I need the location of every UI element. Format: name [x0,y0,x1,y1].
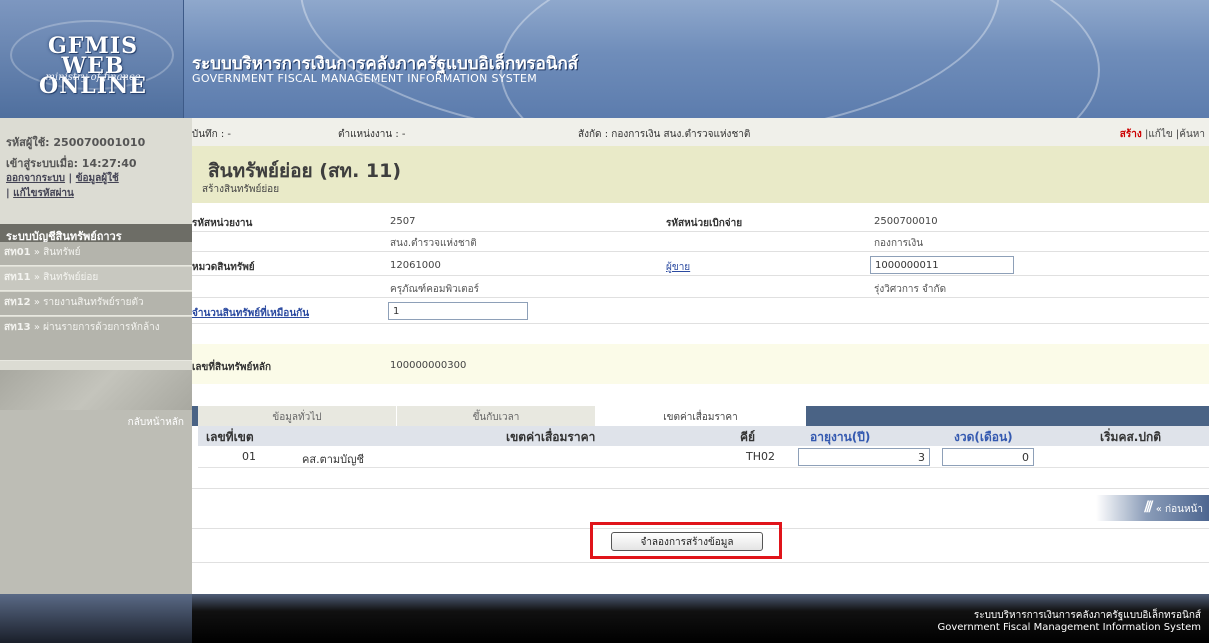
cell-key: TH02 [746,450,775,463]
user-info-bar: ผู้บันทึก : - ตำแหน่งงาน : - สังกัด : กอ… [184,118,1209,146]
tab-time-dependent[interactable]: ขึ้นกับเวลา [397,406,596,426]
col-area-name: เขตค่าเสื่อมราคา [506,430,596,444]
edit-link[interactable]: แก้ไข [1148,129,1172,140]
col-area-no: เลขที่เขต [206,430,254,444]
menu-label: » สินทรัพย์ย่อย [33,272,99,283]
affiliation-label: สังกัด : กองการเงิน สนง.ตำรวจแห่งชาติ [578,129,751,140]
col-start-normal: เริ่มคส.ปกติ [1100,430,1162,444]
footer-title-english: Government Fiscal Management Information… [937,622,1201,633]
asset-category-name: ครุภัณฑ์คอมพิวเตอร์ [390,284,480,295]
table-header: เลขที่เขต เขตค่าเสื่อมราคา คีย์ อายุงาน(… [198,426,1209,446]
position-label: ตำแหน่งงาน : - [338,129,406,140]
sidebar-item-st13[interactable]: สท13 » ผ่านรายการด้วยการหักล้าง [0,317,192,361]
vendor-name: รุ่งวิศวการ จำกัด [874,284,947,295]
logout-link[interactable]: ออกจากระบบ [6,173,65,184]
table-row: 01 คส.ตามบัญชี TH02 [198,446,1209,468]
logo-text: GFMIS WEB ONLINE [18,35,168,97]
search-link[interactable]: ค้นหา [1179,129,1205,140]
col-useful-life: อายุงาน(ปี) [810,430,871,444]
menu-code: สท12 [4,297,31,308]
footer-decoration [0,594,192,643]
login-time: เข้าสู่ระบบเมื่อ: 14:27:40 [6,157,137,170]
agency-name: สนง.ตำรวจแห่งชาติ [390,238,477,249]
similar-count-input[interactable] [388,302,528,320]
sidebar-item-st11[interactable]: สท11 » สินทรัพย์ย่อย [0,267,192,291]
app-header: GFMIS WEB ONLINE ministry of finance ระบ… [0,0,1209,118]
back-home-link[interactable]: กลับหน้าหลัก [0,410,192,594]
footer-title-thai: ระบบบริหารการเงินการคลังภาครัฐแบบอิเล็กท… [973,610,1201,621]
logo-subtitle: ministry of finance [45,72,141,83]
menu-label: » รายงานสินทรัพย์รายตัว [33,297,144,308]
mode-actions: สร้าง |แก้ไข |ค้นหา [1119,129,1205,140]
vendor-link[interactable]: ผู้ขาย [666,260,690,275]
main-asset-row: เลขที่สินทรัพย์หลัก 100000000300 [192,344,1209,384]
menu-code: สท13 [4,322,31,333]
user-info-link[interactable]: ข้อมูลผู้ใช้ [76,173,119,184]
user-id: รหัสผู้ใช้: 250070001010 [6,136,146,149]
agency-code-label: รหัสหน่วยงาน [192,218,253,229]
sidebar: รหัสผู้ใช้: 250070001010 เข้าสู่ระบบเมื่… [0,118,192,594]
main-asset-label: เลขที่สินทรัพย์หลัก [192,362,272,373]
system-title-english: GOVERNMENT FISCAL MANAGEMENT INFORMATION… [192,72,538,85]
col-key: คีย์ [740,430,756,444]
menu-label: » สินทรัพย์ [33,247,81,258]
sidebar-item-st12[interactable]: สท12 » รายงานสินทรัพย์รายตัว [0,292,192,316]
agency-code-value: 2507 [390,216,416,227]
previous-button-label: « ก่อนหน้า [1155,504,1203,515]
change-password-link[interactable]: แก้ไขรหัสผ่าน [13,188,74,199]
tab-general-info[interactable]: ข้อมูลทั่วไป [198,406,397,426]
disbursing-unit-label: รหัสหน่วยเบิกจ่าย [666,218,743,229]
highlight-box: จำลองการสร้างข้อมูล [590,522,782,559]
sidebar-item-st01[interactable]: สท01 » สินทรัพย์ [0,242,192,266]
disbursing-unit-name: กองการเงิน [874,238,924,249]
app-footer: ระบบบริหารการเงินการคลังภาครัฐแบบอิเล็กท… [0,594,1209,643]
menu-decoration [0,370,192,410]
useful-life-input[interactable] [798,448,930,466]
page-subtitle: สร้างสินทรัพย์ย่อย [202,184,280,195]
disbursing-unit-code: 2500700010 [874,216,938,227]
recorder-label: ผู้บันทึก : - [186,129,232,140]
asset-category-label: หมวดสินทรัพย์ [192,262,255,273]
slash-decoration-icon: /// [1144,499,1154,515]
similar-count-link[interactable]: จำนวนสินทรัพย์ที่เหมือนกัน [192,306,309,321]
create-link[interactable]: สร้าง [1120,129,1142,140]
cell-area-no: 01 [242,450,256,463]
menu-code: สท01 [4,247,31,258]
main-asset-number: 100000000300 [390,360,467,371]
menu-header: ระบบบัญชีสินทรัพย์ถาวร [0,224,192,243]
asset-category-code: 12061000 [390,260,441,271]
period-input[interactable] [942,448,1034,466]
menu-label: » ผ่านรายการด้วยการหักล้าง [33,322,160,333]
user-box: รหัสผู้ใช้: 250070001010 เข้าสู่ระบบเมื่… [0,118,192,201]
vendor-code-input[interactable] [870,256,1014,274]
header-decoration [500,0,1100,118]
simulate-create-button[interactable]: จำลองการสร้างข้อมูล [611,532,763,551]
asset-form: รหัสหน่วยงาน 2507 รหัสหน่วยเบิกจ่าย 2500… [192,210,1209,594]
col-period: งวด(เดือน) [954,430,1013,444]
cell-area-name: คส.ตามบัญชี [302,453,364,466]
menu-code: สท11 [4,272,31,283]
page-header: สินทรัพย์ย่อย (สท. 11) สร้างสินทรัพย์ย่อ… [192,146,1209,203]
previous-button[interactable]: /// « ก่อนหน้า [1096,495,1209,521]
tab-bar: ข้อมูลทั่วไป ขึ้นกับเวลา เขตค่าเสื่อมราค… [192,406,1209,426]
gfmis-logo[interactable]: GFMIS WEB ONLINE ministry of finance [0,0,184,118]
tab-depreciation-area[interactable]: เขตค่าเสื่อมราคา [596,406,806,426]
